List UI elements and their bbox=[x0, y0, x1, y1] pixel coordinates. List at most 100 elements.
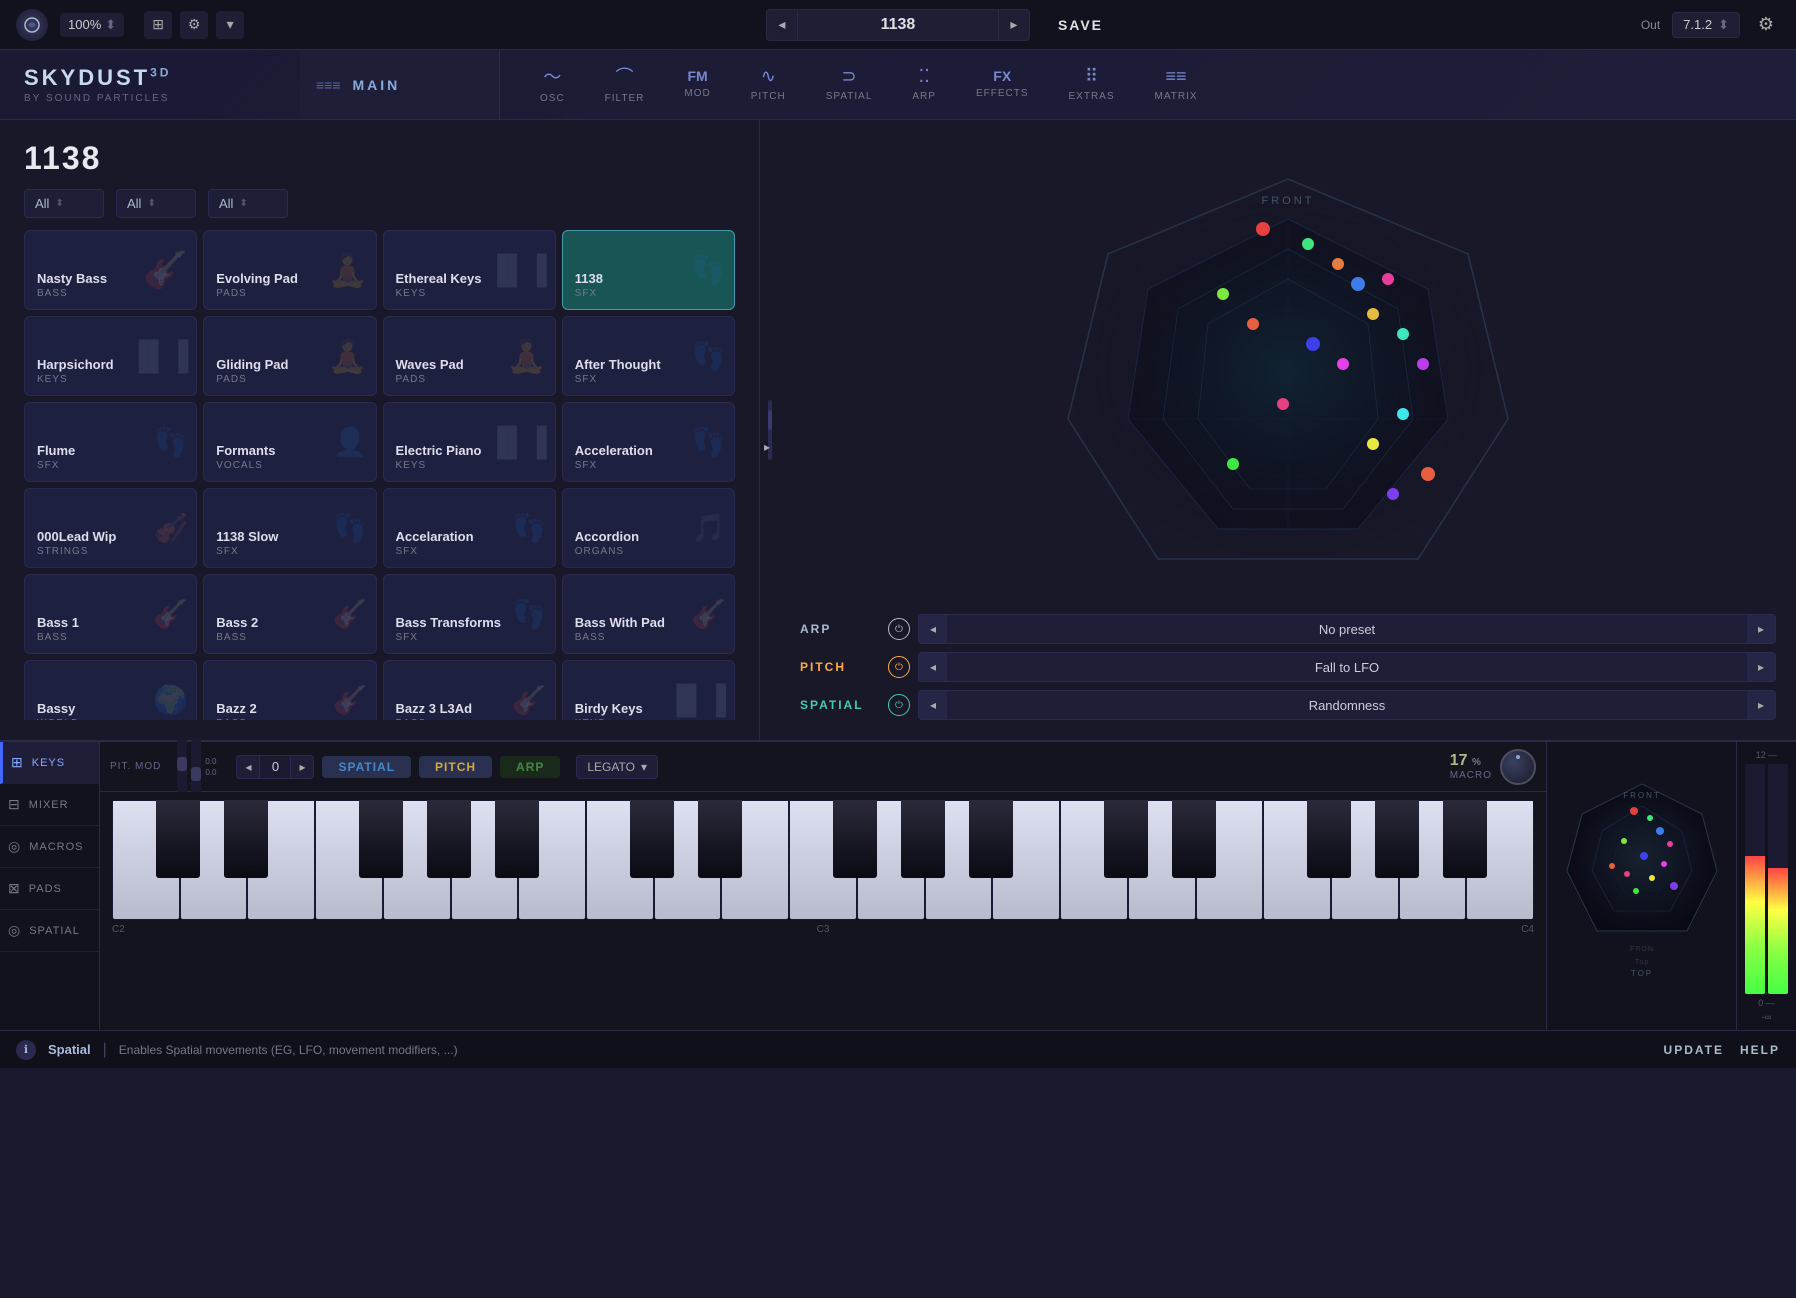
preset-card-harpsichord[interactable]: ▐▌▐ Harpsichord KEYS bbox=[24, 316, 197, 396]
tab-extras[interactable]: ⠿ EXTRAS bbox=[1049, 58, 1135, 112]
black-key[interactable] bbox=[359, 800, 403, 878]
arp-mode-button[interactable]: ARP bbox=[500, 756, 560, 778]
filter-select-1[interactable]: All ⬍ bbox=[24, 189, 104, 218]
nav-next-button[interactable]: ▸ bbox=[998, 9, 1030, 41]
sidebar-item-pads[interactable]: ⊠ PADS bbox=[0, 868, 99, 910]
pitch-mode-button[interactable]: PITCH bbox=[419, 756, 492, 778]
preset-card-birdy-keys[interactable]: ▐▌▐ Birdy Keys KEYS bbox=[562, 660, 735, 720]
black-key[interactable] bbox=[630, 800, 674, 878]
meter-bar-left bbox=[1745, 764, 1765, 994]
sidebar-item-keys[interactable]: ⊞ KEYS bbox=[0, 742, 99, 784]
expand-icon[interactable]: ▸ bbox=[764, 440, 770, 454]
spatial-label: SPATIAL bbox=[826, 91, 873, 102]
main-tab[interactable]: ≡≡≡ MAIN bbox=[300, 50, 500, 119]
preset-card-accordion[interactable]: 🎵 Accordion ORGANS bbox=[562, 488, 735, 568]
black-key[interactable] bbox=[156, 800, 200, 878]
app-logo[interactable] bbox=[16, 9, 48, 41]
preset-card-bass-transforms[interactable]: 👣 Bass Transforms SFX bbox=[383, 574, 556, 654]
preset-card-flume[interactable]: 👣 Flume SFX bbox=[24, 402, 197, 482]
arp-control-row: ARP ⏻ ◂ No preset ▸ bbox=[800, 614, 1776, 644]
preset-card-000lead[interactable]: 🎻 000Lead Wip STRINGS bbox=[24, 488, 197, 568]
sidebar-item-mixer[interactable]: ⊟ MIXER bbox=[0, 784, 99, 826]
pitch-next-button[interactable]: ▸ bbox=[1747, 653, 1775, 681]
tab-osc[interactable]: 〜 OSC bbox=[520, 55, 585, 114]
preset-card-1138-slow[interactable]: 👣 1138 Slow SFX bbox=[203, 488, 376, 568]
arp-next-button[interactable]: ▸ bbox=[1747, 615, 1775, 643]
sidebar-item-macros[interactable]: ◎ MACROS bbox=[0, 826, 99, 868]
preset-card-electric-piano[interactable]: ▐▌▐ Electric Piano KEYS bbox=[383, 402, 556, 482]
card-name: 000Lead Wip bbox=[37, 529, 184, 546]
tab-pitch[interactable]: ∿ PITCH bbox=[731, 58, 806, 112]
arp-power-button[interactable]: ⏻ bbox=[888, 618, 910, 640]
preset-card-bass2[interactable]: 🎸 Bass 2 BASS bbox=[203, 574, 376, 654]
spatial-prev-button[interactable]: ◂ bbox=[919, 691, 947, 719]
arp-preset-nav: ◂ No preset ▸ bbox=[918, 614, 1776, 644]
mod-slider[interactable] bbox=[191, 737, 201, 797]
black-key[interactable] bbox=[833, 800, 877, 878]
preset-card-nasty-bass[interactable]: 🎸 Nasty Bass BASS bbox=[24, 230, 197, 310]
pitch-prev-button[interactable]: ◂ bbox=[919, 653, 947, 681]
legato-select[interactable]: LEGATO ▾ bbox=[576, 755, 658, 779]
pitch-control-row: PITCH ⏻ ◂ Fall to LFO ▸ bbox=[800, 652, 1776, 682]
preset-card-formants[interactable]: 👤 Formants VOCALS bbox=[203, 402, 376, 482]
arp-prev-button[interactable]: ◂ bbox=[919, 615, 947, 643]
gear-icon[interactable]: ⚙ bbox=[1752, 11, 1780, 39]
preset-card-bassy[interactable]: 🌍 Bassy WORLD bbox=[24, 660, 197, 720]
sidebar-label-spatial: SPATIAL bbox=[29, 925, 80, 937]
grid-icon[interactable]: ⊞ bbox=[144, 11, 172, 39]
pitch-slider[interactable] bbox=[177, 737, 187, 797]
main-tab-icon: ≡≡≡ bbox=[316, 77, 341, 93]
preset-card-accelaration[interactable]: 👣 Accelaration SFX bbox=[383, 488, 556, 568]
black-key[interactable] bbox=[1375, 800, 1419, 878]
black-key[interactable] bbox=[901, 800, 945, 878]
nav-prev-button[interactable]: ◂ bbox=[766, 9, 798, 41]
update-button[interactable]: UPDATE bbox=[1664, 1043, 1724, 1057]
zoom-control[interactable]: 100% ⬍ bbox=[60, 13, 124, 37]
black-key[interactable] bbox=[1172, 800, 1216, 878]
black-key[interactable] bbox=[1443, 800, 1487, 878]
preset-card-waves-pad[interactable]: 🧘 Waves Pad PADS bbox=[383, 316, 556, 396]
preset-card-bass1[interactable]: 🎸 Bass 1 BASS bbox=[24, 574, 197, 654]
black-key[interactable] bbox=[1307, 800, 1351, 878]
card-name: Harpsichord bbox=[37, 357, 184, 374]
filter-select-3[interactable]: All ⬍ bbox=[208, 189, 288, 218]
filter-select-2[interactable]: All ⬍ bbox=[116, 189, 196, 218]
spatial-power-button[interactable]: ⏻ bbox=[888, 694, 910, 716]
pitch-power-button[interactable]: ⏻ bbox=[888, 656, 910, 678]
spatial-next-button[interactable]: ▸ bbox=[1747, 691, 1775, 719]
preset-card-bazz3[interactable]: 🎸 Bazz 3 L3Ad BASS bbox=[383, 660, 556, 720]
save-button[interactable]: SAVE bbox=[1042, 17, 1119, 33]
preset-card-bazz2[interactable]: 🎸 Bazz 2 BASS bbox=[203, 660, 376, 720]
black-key[interactable] bbox=[495, 800, 539, 878]
preset-card-1138[interactable]: 👣 1138 SFX bbox=[562, 230, 735, 310]
octave-prev-button[interactable]: ◂ bbox=[236, 755, 260, 779]
black-key[interactable] bbox=[969, 800, 1013, 878]
tab-matrix[interactable]: ≡≡ MATRIX bbox=[1135, 58, 1218, 112]
tab-spatial[interactable]: ⊃ SPATIAL bbox=[806, 58, 893, 112]
black-key[interactable] bbox=[1104, 800, 1148, 878]
preset-card-gliding-pad[interactable]: 🧘 Gliding Pad PADS bbox=[203, 316, 376, 396]
out-value[interactable]: 7.1.2 ⬍ bbox=[1672, 12, 1740, 38]
sidebar-item-spatial[interactable]: ◎ SPATIAL bbox=[0, 910, 99, 952]
tab-fm[interactable]: FM MOD bbox=[664, 60, 730, 109]
tab-filter[interactable]: ⌒ FILTER bbox=[585, 55, 665, 114]
tab-arp[interactable]: ⁚⁚ ARP bbox=[892, 58, 956, 112]
black-key[interactable] bbox=[427, 800, 471, 878]
spatial-mode-button[interactable]: SPATIAL bbox=[322, 756, 411, 778]
card-name: Accordion bbox=[575, 529, 722, 546]
preset-card-after-thought[interactable]: 👣 After Thought SFX bbox=[562, 316, 735, 396]
dropdown-icon[interactable]: ▾ bbox=[216, 11, 244, 39]
card-name: After Thought bbox=[575, 357, 722, 374]
tab-effects[interactable]: FX EFFECTS bbox=[956, 60, 1049, 109]
black-key[interactable] bbox=[224, 800, 268, 878]
preset-card-ethereal-keys[interactable]: ▐▌▐ Ethereal Keys KEYS bbox=[383, 230, 556, 310]
preset-card-evolving-pad[interactable]: 🧘 Evolving Pad PADS bbox=[203, 230, 376, 310]
octave-next-button[interactable]: ▸ bbox=[290, 755, 314, 779]
macro-knob[interactable] bbox=[1500, 749, 1536, 785]
meter-area: 12 — 0 — -∞ bbox=[1736, 742, 1796, 1030]
preset-card-acceleration[interactable]: 👣 Acceleration SFX bbox=[562, 402, 735, 482]
help-button[interactable]: HELP bbox=[1740, 1043, 1780, 1057]
preset-card-bass-with-pad[interactable]: 🎸 Bass With Pad BASS bbox=[562, 574, 735, 654]
settings-icon[interactable]: ⚙ bbox=[180, 11, 208, 39]
black-key[interactable] bbox=[698, 800, 742, 878]
